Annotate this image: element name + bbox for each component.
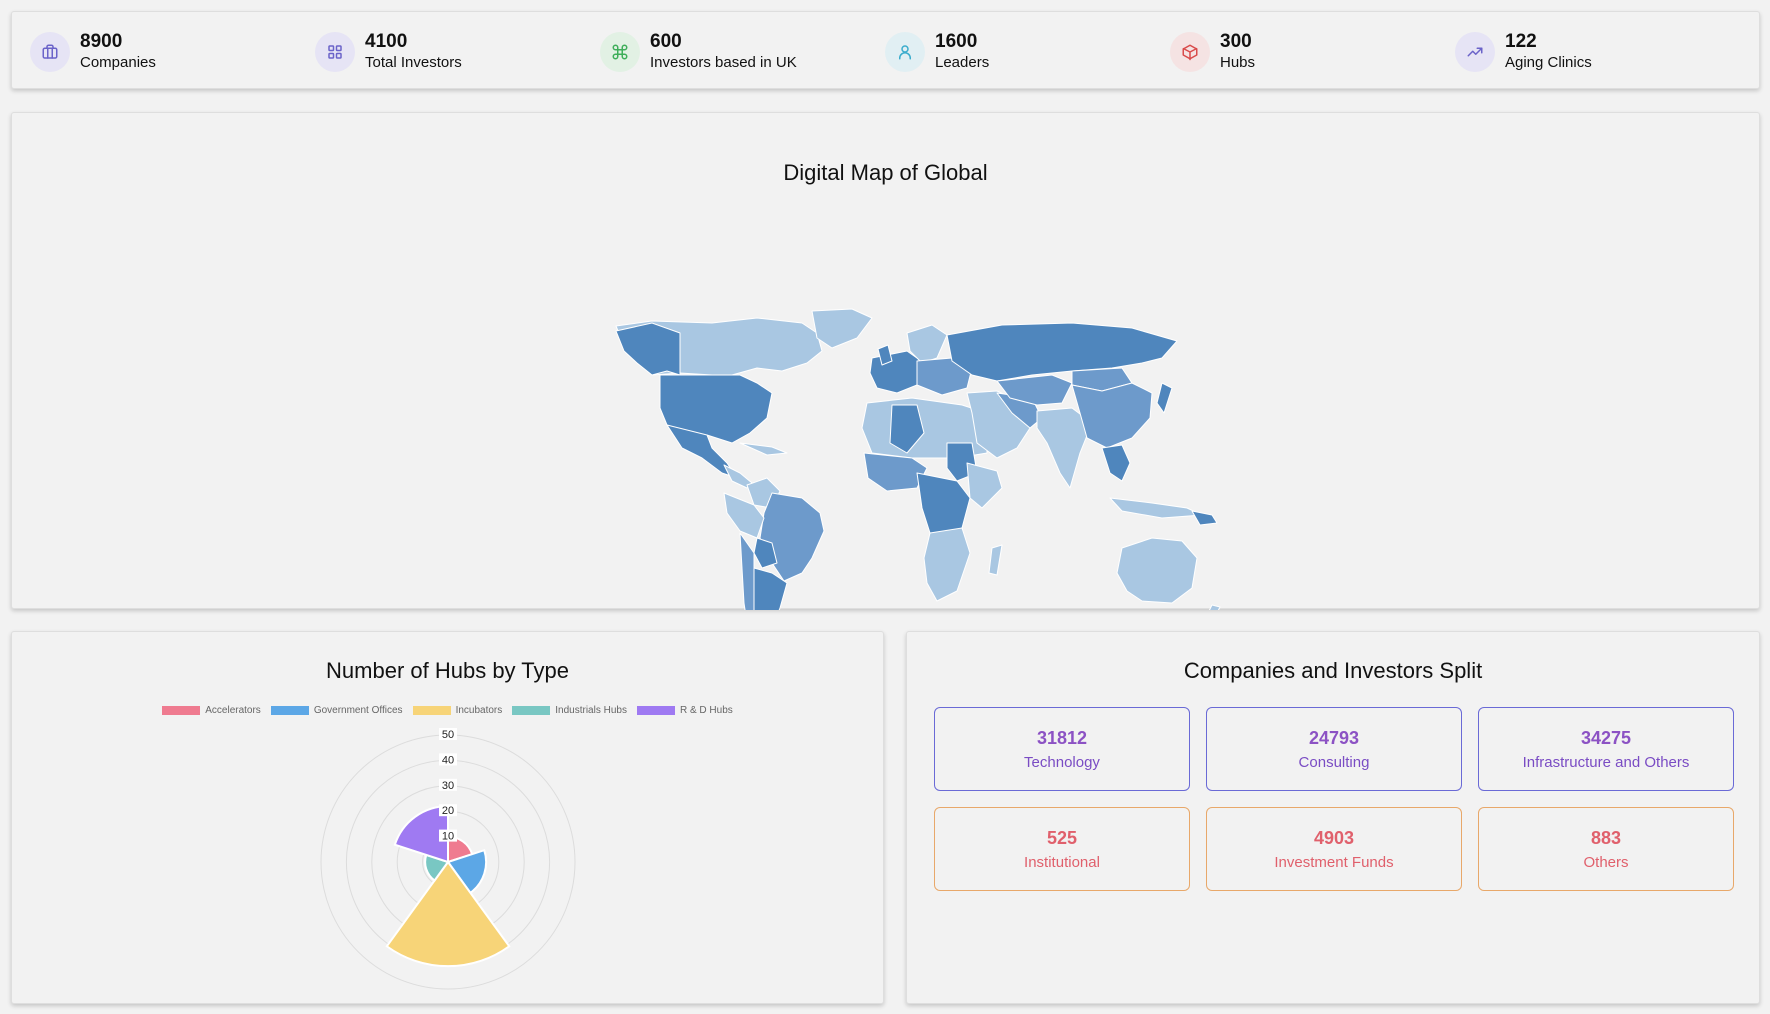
split-label: Investment Funds xyxy=(1274,854,1394,871)
split-title: Companies and Investors Split xyxy=(1183,658,1483,683)
split-value: 883 xyxy=(1590,828,1622,848)
stat-label: Companies xyxy=(80,54,156,71)
polar-tick-label: 40 xyxy=(442,754,454,766)
split-value: 525 xyxy=(1046,828,1078,848)
map-region-southern-africa[interactable] xyxy=(923,527,971,602)
map-region-madagascar[interactable] xyxy=(988,544,1003,576)
map-region-caribbean[interactable] xyxy=(739,442,788,456)
polar-tick-label: 30 xyxy=(442,780,454,792)
trending-up-icon xyxy=(1455,32,1495,72)
map-region-brazil[interactable] xyxy=(759,492,825,582)
stat-value: 8900 xyxy=(80,31,123,52)
stat-value: 300 xyxy=(1220,31,1252,52)
polar-tick-label: 10 xyxy=(442,831,454,843)
map-region-east-africa[interactable] xyxy=(966,462,1003,509)
split-value: 4903 xyxy=(1313,828,1355,848)
user-icon xyxy=(885,32,925,72)
companies-investors-split-card: Companies and Investors Split 31812 Tech… xyxy=(906,631,1760,1004)
split-box-consulting[interactable]: 24793 Consulting xyxy=(1206,707,1462,791)
stat-value: 600 xyxy=(650,31,682,52)
stat-value: 1600 xyxy=(935,31,978,52)
split-label: Technology xyxy=(1024,754,1100,771)
stat-label: Total Investors xyxy=(365,54,462,71)
map-region-chile[interactable] xyxy=(739,532,757,610)
world-map-card: Digital Map of Global xyxy=(11,112,1761,610)
split-box-investment-funds[interactable]: 4903 Investment Funds xyxy=(1206,807,1462,891)
map-region-new-zealand[interactable] xyxy=(1204,604,1221,610)
split-box-infrastructure[interactable]: 34275 Infrastructure and Others xyxy=(1478,707,1734,791)
world-map[interactable] xyxy=(12,113,1761,610)
map-region-russia[interactable] xyxy=(946,322,1178,382)
split-box-technology[interactable]: 31812 Technology xyxy=(934,707,1190,791)
stat-label: Investors based in UK xyxy=(650,54,797,71)
stat-label: Aging Clinics xyxy=(1505,54,1592,71)
split-value: 34275 xyxy=(1580,728,1632,748)
polar-tick-label: 50 xyxy=(442,729,454,741)
briefcase-icon xyxy=(30,32,70,72)
polar-sector-incubators[interactable] xyxy=(385,860,511,968)
split-value: 31812 xyxy=(1036,728,1088,748)
map-region-greenland[interactable] xyxy=(811,308,873,349)
split-box-institutional[interactable]: 525 Institutional xyxy=(934,807,1190,891)
split-label: Infrastructure and Others xyxy=(1522,754,1690,771)
split-box-others[interactable]: 883 Others xyxy=(1478,807,1734,891)
polar-tick-label: 20 xyxy=(442,805,454,817)
stats-bar: 8900 Companies 4100 Total Investors 600 … xyxy=(11,11,1760,89)
hubs-by-type-card: Number of Hubs by Type Accelerators Gove… xyxy=(11,631,884,1004)
stat-label: Leaders xyxy=(935,54,990,71)
command-icon xyxy=(600,32,640,72)
stat-label: Hubs xyxy=(1220,54,1256,71)
split-value: 24793 xyxy=(1308,728,1360,748)
split-label: Consulting xyxy=(1298,754,1370,771)
map-region-australia[interactable] xyxy=(1116,537,1198,604)
map-region-png[interactable] xyxy=(1191,510,1218,526)
stat-value: 122 xyxy=(1505,31,1537,52)
map-region-alaska[interactable] xyxy=(615,322,681,376)
map-region-indonesia[interactable] xyxy=(1109,497,1203,519)
map-region-west-africa[interactable] xyxy=(863,452,928,492)
split-label: Institutional xyxy=(1024,854,1100,871)
stat-value: 4100 xyxy=(365,31,408,52)
polar-area-chart[interactable]: 10 20 30 40 50 xyxy=(12,632,885,1005)
grid-icon xyxy=(315,32,355,72)
map-region-japan[interactable] xyxy=(1156,382,1173,414)
split-label: Others xyxy=(1583,854,1629,871)
map-region-southeast-asia[interactable] xyxy=(1101,444,1131,482)
box-icon xyxy=(1170,32,1210,72)
